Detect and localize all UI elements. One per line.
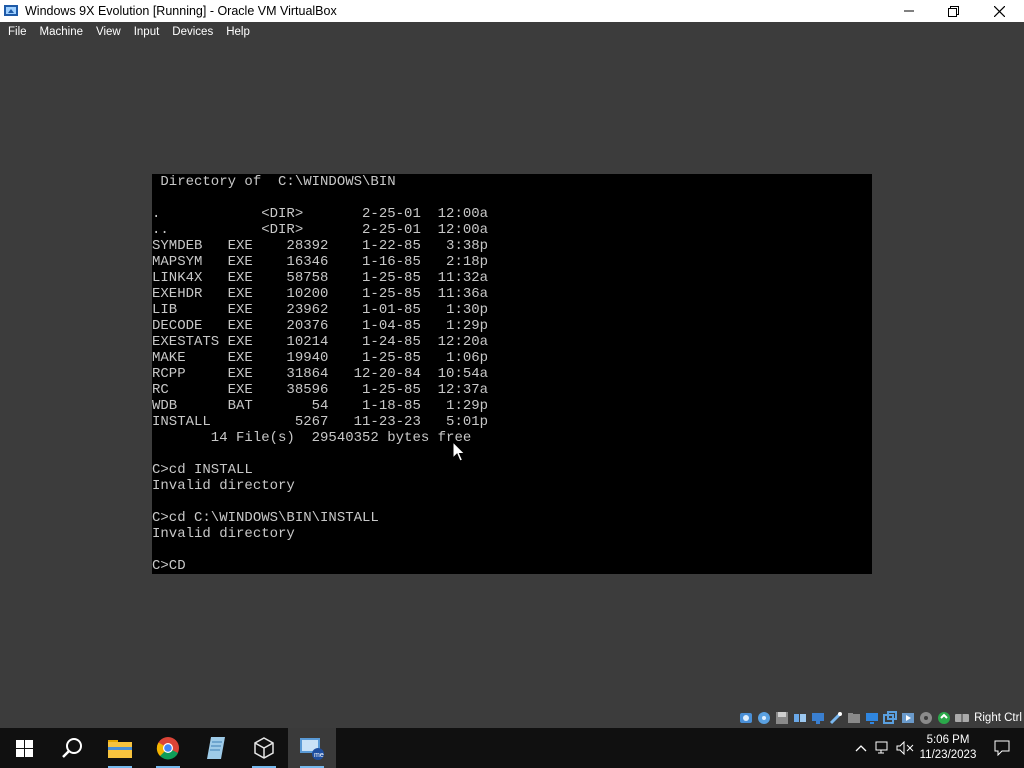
mouse-cursor-icon	[452, 441, 466, 462]
console-line: C>CD	[152, 558, 186, 574]
menu-input[interactable]: Input	[129, 26, 165, 38]
taskbar-file-explorer[interactable]	[96, 728, 144, 768]
console-line: Invalid directory	[152, 526, 295, 542]
console-line: RCPP EXE 31864 12-20-84 10:54a	[152, 366, 489, 382]
optical-drive-icon[interactable]	[757, 711, 771, 725]
chevron-up-icon	[855, 745, 867, 752]
menu-bar: File Machine View Input Devices Help	[0, 22, 1024, 42]
host-key-label: Right Ctrl	[974, 712, 1022, 724]
console-line: .. <DIR> 2-25-01 12:00a	[152, 222, 489, 238]
mouse-integration-icon[interactable]	[937, 711, 951, 725]
console-line: SYMDEB EXE 28392 1-22-85 3:38p	[152, 238, 489, 254]
start-button[interactable]	[0, 728, 48, 768]
display-icon[interactable]	[865, 711, 879, 725]
virtualbox-icon	[3, 3, 19, 19]
console-line: WDB BAT 54 1-18-85 1:29p	[152, 398, 489, 414]
file-explorer-icon	[108, 740, 132, 758]
notifications-button[interactable]	[980, 728, 1024, 768]
network-status-icon	[875, 741, 888, 754]
floppy-icon[interactable]	[775, 711, 789, 725]
console-line: EXEHDR EXE 10200 1-25-85 11:36a	[152, 286, 489, 302]
console-line: . <DIR> 2-25-01 12:00a	[152, 206, 489, 222]
clock-time: 5:06 PM	[926, 734, 970, 746]
console-line: INSTALL 5267 11-23-23 5:01p	[152, 414, 489, 430]
restore-button[interactable]	[930, 0, 976, 22]
vbox-status-bar: Right Ctrl	[0, 708, 1024, 728]
menu-machine[interactable]: Machine	[35, 26, 88, 38]
start-icon	[15, 739, 33, 757]
console-line: MAPSYM EXE 16346 1-16-85 2:18p	[152, 254, 489, 270]
taskbar-virtualbox-manager[interactable]	[240, 728, 288, 768]
system-tray: 5:06 PM 11/23/2023	[850, 728, 1024, 768]
search-icon	[62, 738, 82, 758]
taskbar-chrome[interactable]	[144, 728, 192, 768]
vm-screen[interactable]: Directory of C:\WINDOWS\BIN . <DIR> 2-25…	[152, 174, 872, 574]
restore-icon	[947, 5, 959, 17]
console-line: C>cd INSTALL	[152, 462, 253, 478]
console-line: C>cd C:\WINDOWS\BIN\INSTALL	[152, 510, 379, 526]
notification-icon	[994, 740, 1010, 756]
network-icon[interactable]	[811, 711, 825, 725]
window-title: Windows 9X Evolution [Running] - Oracle …	[25, 4, 337, 18]
window-titlebar: Windows 9X Evolution [Running] - Oracle …	[0, 0, 1024, 22]
virtualbox-manager-icon	[254, 737, 274, 759]
usb-icon[interactable]	[829, 711, 843, 725]
notepad-icon	[207, 737, 225, 759]
volume-button[interactable]	[894, 728, 916, 768]
menu-help[interactable]: Help	[221, 26, 255, 38]
menu-devices[interactable]: Devices	[167, 26, 218, 38]
cpu-icon[interactable]	[919, 711, 933, 725]
taskbar-notepad[interactable]	[192, 728, 240, 768]
console-line: RC EXE 38596 1-25-85 12:37a	[152, 382, 489, 398]
close-icon	[993, 5, 1005, 17]
console-line: Directory of C:\WINDOWS\BIN	[152, 174, 396, 190]
volume-muted-icon	[896, 741, 914, 755]
taskbar-windows-me-vm[interactable]: me	[288, 728, 336, 768]
hard-disk-icon[interactable]	[739, 711, 753, 725]
console-line: Invalid directory	[152, 478, 295, 494]
minimize-icon	[904, 10, 914, 12]
console-line: DECODE EXE 20376 1-04-85 1:29p	[152, 318, 489, 334]
network-status-button[interactable]	[872, 728, 894, 768]
console-line: 14 File(s) 29540352 bytes free	[152, 430, 472, 446]
windows-me-vm-icon: me	[300, 738, 324, 760]
keyboard-icon[interactable]	[955, 711, 970, 725]
svg-text:me: me	[314, 752, 324, 759]
clock-date: 11/23/2023	[919, 749, 977, 761]
search-button[interactable]	[48, 728, 96, 768]
dos-console-output: Directory of C:\WINDOWS\BIN . <DIR> 2-25…	[152, 174, 488, 574]
show-hidden-icons-button[interactable]	[850, 728, 872, 768]
taskbar: me 5:06 PM 11/23/2023	[0, 728, 1024, 768]
console-line: LIB EXE 23962 1-01-85 1:30p	[152, 302, 489, 318]
chrome-icon	[156, 737, 179, 760]
shared-folder-icon[interactable]	[847, 711, 861, 725]
audio-icon[interactable]	[793, 711, 807, 725]
console-line: LINK4X EXE 58758 1-25-85 11:32a	[152, 270, 489, 286]
close-button[interactable]	[976, 0, 1022, 22]
console-line: EXESTATS EXE 10214 1-24-85 12:20a	[152, 334, 489, 350]
taskbar-clock[interactable]: 5:06 PM 11/23/2023	[916, 733, 980, 763]
menu-view[interactable]: View	[91, 26, 126, 38]
menu-file[interactable]: File	[3, 26, 32, 38]
recording-icon[interactable]	[901, 711, 915, 725]
console-line: MAKE EXE 19940 1-25-85 1:06p	[152, 350, 489, 366]
minimize-button[interactable]	[886, 0, 932, 22]
screenshot-icon[interactable]	[883, 711, 898, 725]
